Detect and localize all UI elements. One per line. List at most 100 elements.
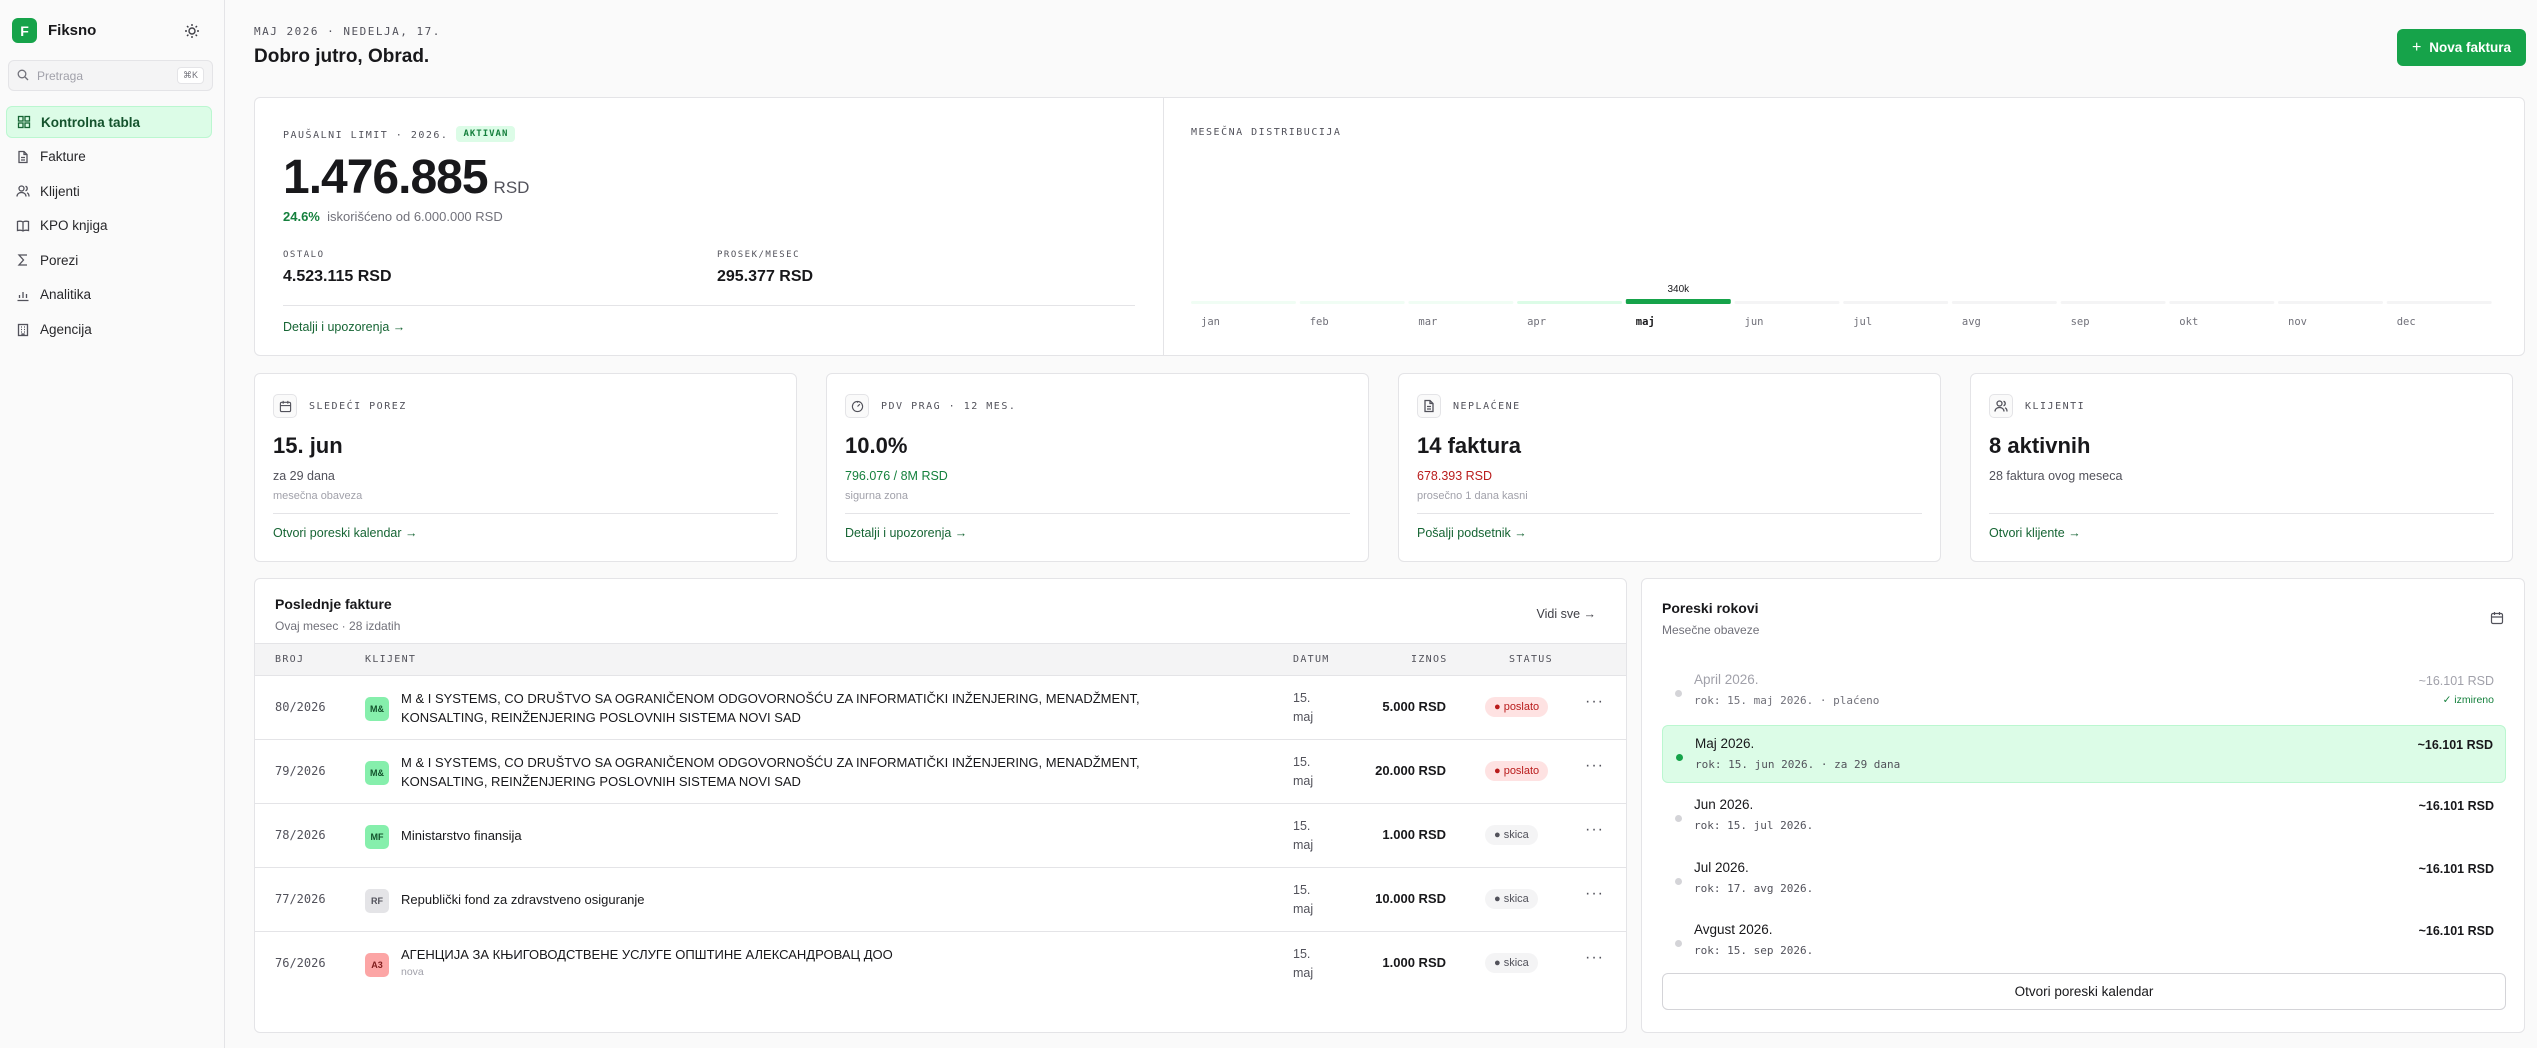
- tax-due-date: rok: 15. jul 2026.: [1694, 819, 1814, 832]
- bar-apr[interactable]: [1517, 301, 1623, 304]
- client-name[interactable]: Republički fond za zdravstveno osiguranj…: [401, 890, 1221, 909]
- plus-icon: +: [2411, 38, 2422, 56]
- card-link[interactable]: Pošalji podsetnik →: [1417, 526, 1527, 540]
- more-actions-icon[interactable]: ···: [1585, 885, 1604, 903]
- tax-deadline-item[interactable]: Avgust 2026. rok: 15. sep 2026. ~16.101 …: [1662, 912, 2506, 970]
- calendar-icon[interactable]: [2490, 611, 2504, 628]
- bar-avg[interactable]: [1951, 301, 2057, 304]
- more-actions-icon[interactable]: ···: [1585, 821, 1604, 839]
- card-link[interactable]: Detalji i upozorenja →: [845, 526, 967, 540]
- bar-mar[interactable]: [1408, 301, 1514, 304]
- invoice-number: 78/2026: [275, 828, 326, 842]
- monthly-chart: MESEČNA DISTRIBUCIJA jan feb mar apr maj 340k…: [1191, 98, 2503, 355]
- dashboard-icon: [17, 115, 31, 129]
- limit-usage: 24.6% iskorišćeno od 6.000.000 RSD: [283, 209, 503, 224]
- sidebar-item-kontrolna-tabla[interactable]: Kontrolna tabla: [6, 106, 212, 138]
- col-client[interactable]: KLIJENT: [365, 654, 416, 665]
- tax-subtitle: Mesečne obaveze: [1662, 623, 1760, 637]
- table-row[interactable]: 76/2026 A3 АГЕНЦИЈА ЗА КЊИГОВОДСТВЕНЕ УС…: [255, 932, 1626, 996]
- limit-details-link[interactable]: Detalji i upozorenja →: [283, 320, 405, 334]
- client-name[interactable]: M & I SYSTEMS, CO DRUŠTVO SA OGRANIČENOM…: [401, 689, 1221, 727]
- bar-okt[interactable]: [2169, 301, 2275, 304]
- sidebar-item-kpo-knjiga[interactable]: KPO knjiga: [6, 210, 212, 242]
- limit-header: PAUŠALNI LIMIT · 2026. AKTIVAN: [283, 125, 516, 143]
- sun-icon[interactable]: [182, 21, 202, 41]
- divider: [283, 305, 1135, 306]
- tax-amount: ~16.101 RSD: [2417, 737, 2493, 752]
- calendar-icon: [273, 394, 297, 418]
- col-date[interactable]: DATUM: [1293, 654, 1330, 665]
- col-amount[interactable]: IZNOS: [1411, 654, 1448, 665]
- x-tick-label: sep: [2071, 316, 2090, 328]
- table-row[interactable]: 80/2026 M& M & I SYSTEMS, CO DRUŠTVO SA …: [255, 676, 1626, 740]
- bar-feb[interactable]: [1299, 301, 1405, 304]
- search-input[interactable]: Pretraga ⌘K: [8, 60, 213, 91]
- sidebar-nav: Kontrolna tabla Fakture Klijenti KPO knjiga…: [6, 106, 212, 348]
- avatar: A3: [365, 953, 389, 977]
- usage-text: iskorišćeno od 6.000.000 RSD: [327, 209, 503, 224]
- status-dot: [1675, 940, 1682, 947]
- open-tax-calendar-button[interactable]: Otvori poreski kalendar: [1662, 973, 2506, 1010]
- status-badge: ● skica: [1485, 889, 1538, 909]
- invoice-date: 15. maj: [1293, 883, 1314, 916]
- limit-amount-value: 1.476.885: [283, 151, 489, 204]
- search-shortcut: ⌘K: [176, 67, 204, 84]
- tax-deadline-item[interactable]: Jul 2026. rok: 17. avg 2026. ~16.101 RSD: [1662, 850, 2506, 908]
- invoice-date: 15. maj: [1293, 691, 1314, 724]
- bar-jul[interactable]: [1843, 301, 1949, 304]
- bar-chart-icon: [16, 288, 30, 302]
- bar-jan[interactable]: [1191, 301, 1296, 304]
- x-tick-label: jan: [1201, 316, 1220, 328]
- bar-jun[interactable]: [1734, 301, 1840, 304]
- card-note: sigurna zona: [845, 490, 908, 502]
- document-icon: [1417, 394, 1441, 418]
- bar-sep[interactable]: [2060, 301, 2166, 304]
- invoice-amount: 10.000 RSD: [1375, 891, 1446, 906]
- sidebar-item-agencija[interactable]: Agencija: [6, 314, 212, 346]
- table-row[interactable]: 78/2026 MF Ministarstvo finansija 15. ma…: [255, 804, 1626, 868]
- sidebar-item-klijenti[interactable]: Klijenti: [6, 175, 212, 207]
- limit-currency: RSD: [493, 178, 530, 197]
- bar-nov[interactable]: [2278, 301, 2383, 304]
- invoice-number: 76/2026: [275, 956, 326, 970]
- tax-amount: ~16.101 RSD: [2418, 861, 2494, 876]
- more-actions-icon[interactable]: ···: [1585, 693, 1604, 711]
- client-name[interactable]: M & I SYSTEMS, CO DRUŠTVO SA OGRANIČENOM…: [401, 753, 1221, 791]
- client-name[interactable]: Ministarstvo finansija: [401, 826, 1221, 845]
- divider: [1163, 98, 1164, 355]
- divider: [273, 513, 778, 514]
- invoice-date: 15. maj: [1293, 755, 1314, 788]
- more-actions-icon[interactable]: ···: [1585, 949, 1604, 967]
- table-row[interactable]: 77/2026 RF Republički fond za zdravstven…: [255, 868, 1626, 932]
- status-badge: ● poslato: [1485, 761, 1549, 781]
- bar-dec[interactable]: [2386, 301, 2492, 304]
- divider: [1989, 513, 2494, 514]
- paid-label: ✓ izmireno: [2442, 694, 2494, 706]
- tax-deadline-item[interactable]: April 2026. rok: 15. maj 2026. · plaćeno…: [1662, 662, 2506, 720]
- client-name[interactable]: АГЕНЦИЈА ЗА КЊИГОВОДСТВЕНЕ УСЛУГЕ ОПШТИН…: [401, 945, 1221, 980]
- card-label: KLIJENTI: [2025, 401, 2086, 412]
- col-status[interactable]: STATUS: [1509, 654, 1553, 665]
- card-link[interactable]: Otvori poreski kalendar →: [273, 526, 418, 540]
- card-link[interactable]: Otvori klijente →: [1989, 526, 2081, 540]
- table-row[interactable]: 79/2026 M& M & I SYSTEMS, CO DRUŠTVO SA …: [255, 740, 1626, 804]
- col-number[interactable]: BROJ: [275, 654, 304, 665]
- more-actions-icon[interactable]: ···: [1585, 757, 1604, 775]
- sidebar-item-fakture[interactable]: Fakture: [6, 141, 212, 173]
- greeting: Dobro jutro, Obrad.: [254, 46, 430, 67]
- search-placeholder: Pretraga: [37, 68, 84, 83]
- new-invoice-button[interactable]: + Nova faktura: [2397, 29, 2526, 66]
- remaining-label: OSTALO: [283, 250, 325, 260]
- tax-title: Poreski rokovi: [1662, 600, 1759, 616]
- tax-deadline-item[interactable]: Maj 2026. rok: 15. jun 2026. · za 29 dan…: [1662, 724, 2506, 783]
- sidebar-item-analitika[interactable]: Analitika: [6, 279, 212, 311]
- see-all-link[interactable]: Vidi sve →: [1536, 607, 1596, 621]
- document-icon: [16, 150, 30, 164]
- brand[interactable]: F Fiksno: [12, 18, 96, 43]
- tax-deadline-item[interactable]: Jun 2026. rok: 15. jul 2026. ~16.101 RSD: [1662, 787, 2506, 845]
- sidebar-item-porezi[interactable]: Porezi: [6, 244, 212, 276]
- x-tick-label: mar: [1418, 316, 1437, 328]
- invoice-number: 79/2026: [275, 764, 326, 778]
- bar-maj[interactable]: [1625, 299, 1731, 304]
- status-dot: [1675, 815, 1682, 822]
